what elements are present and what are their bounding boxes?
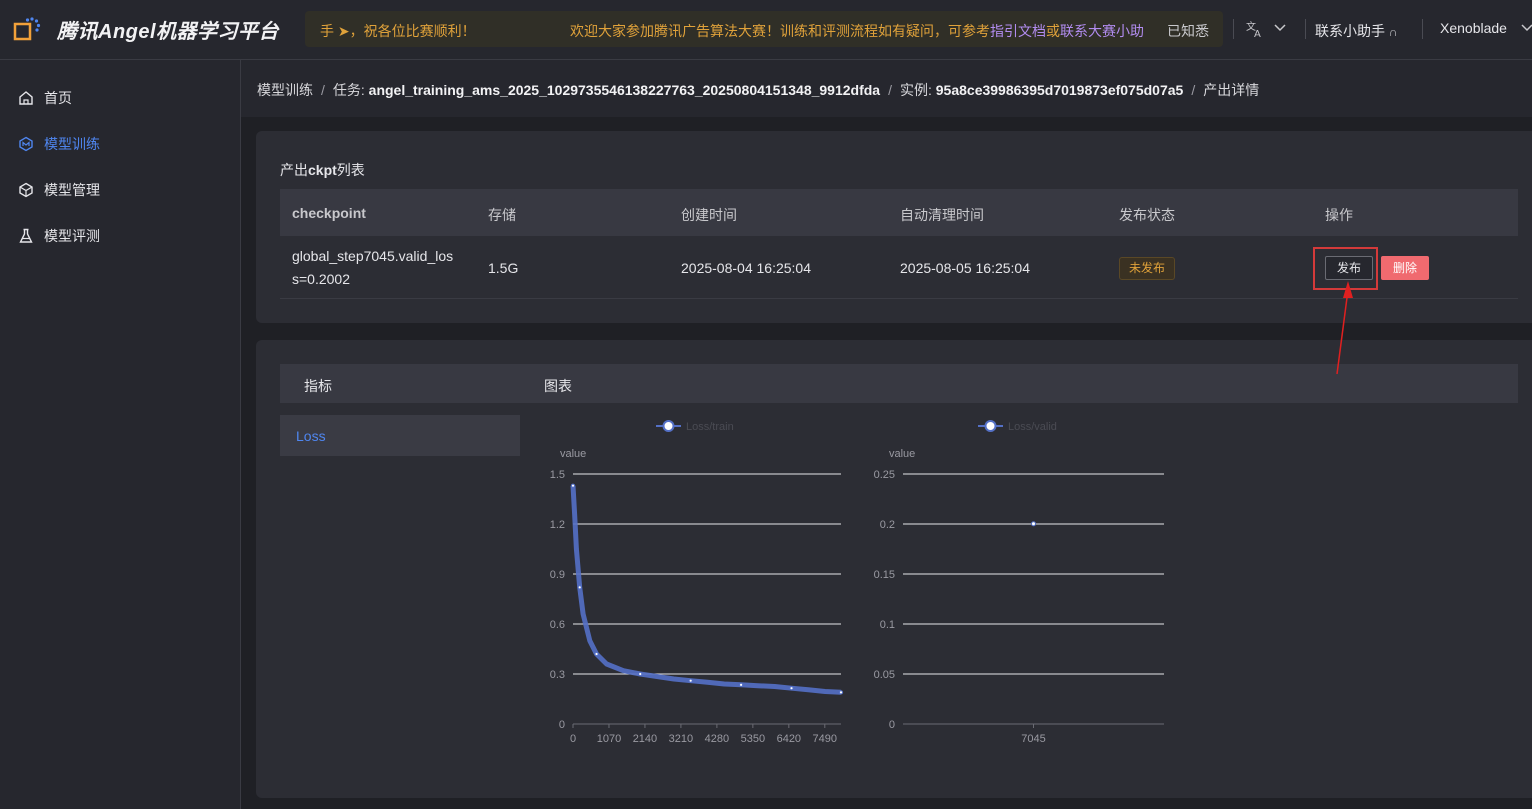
user-name: Xenoblade <box>1440 20 1507 36</box>
column-header-storage: 存储 <box>488 207 516 223</box>
storage-size: 1.5G <box>488 260 519 276</box>
cleanup-time: 2025-08-05 16:25:04 <box>900 260 1030 276</box>
ckpt-list-title: 产出ckpt列表 <box>280 160 365 180</box>
flask-icon <box>19 228 33 243</box>
cube-icon <box>19 182 33 198</box>
checkpoint-name-line1: global_step7045.valid_los <box>292 248 454 264</box>
status-badge: 未发布 <box>1119 257 1176 280</box>
dismiss-notice-button[interactable]: 已知悉 <box>1167 21 1209 41</box>
sidebar-item-label: 首页 <box>44 90 72 106</box>
breadcrumb-separator: / <box>888 82 892 98</box>
training-icon <box>19 136 33 152</box>
sidebar-item-label: 模型评测 <box>44 228 100 244</box>
breadcrumb: 模型训练 / 任务: angel_training_ams_2025_1029735… <box>257 80 1259 100</box>
app-title: 腾讯Angel机器学习平台 <box>57 21 280 43</box>
chevron-down-icon[interactable] <box>1520 20 1532 34</box>
ckpt-title-bold: ckpt <box>308 162 337 178</box>
top-bar: 腾讯Angel机器学习平台 手 ➤，祝各位比赛顺利！ 欢迎大家参加腾讯广告算法大… <box>0 0 1532 60</box>
sidebar-item-model-management[interactable]: 模型管理 <box>18 178 100 202</box>
metrics-card <box>256 340 1532 798</box>
column-header-created: 创建时间 <box>681 207 737 223</box>
contact-helper-button[interactable]: 联系小助手 ∩ <box>1315 21 1398 41</box>
contact-assistant-link[interactable]: 联系大赛小助 <box>1060 23 1144 39</box>
guide-doc-link[interactable]: 指引文档 <box>990 23 1046 39</box>
breadcrumb-separator: / <box>321 82 325 98</box>
column-header-checkpoint: checkpoint <box>292 205 366 221</box>
column-header-actions: 操作 <box>1325 207 1353 223</box>
created-time: 2025-08-04 16:25:04 <box>681 260 811 276</box>
header-divider <box>1305 19 1306 39</box>
column-header-cleanup: 自动清理时间 <box>900 207 984 223</box>
notice-text-2: 欢迎大家参加腾讯广告算法大赛！训练和评测流程如有疑问，可参考指引文档或联系大赛小… <box>570 21 1144 41</box>
logo-icon <box>13 17 41 41</box>
checkpoint-name: global_step7045.valid_los s=0.2002 <box>292 245 482 291</box>
checkpoint-name-line2: s=0.2002 <box>292 271 350 287</box>
sidebar: 首页 模型训练 模型管理 模型评测 <box>0 60 241 809</box>
headset-icon: ∩ <box>1388 25 1398 39</box>
breadcrumb-instance[interactable]: 95a8ce39986395d7019873ef075d07a5 <box>936 82 1184 98</box>
breadcrumb-instance-prefix: 实例: <box>899 82 932 98</box>
chevron-down-icon[interactable] <box>1273 20 1287 34</box>
table-header: checkpoint 存储 创建时间 自动清理时间 发布状态 操作 <box>280 189 1518 236</box>
column-header-status: 发布状态 <box>1119 207 1175 223</box>
translate-icon[interactable]: 文 A <box>1246 20 1264 38</box>
sidebar-item-label: 模型训练 <box>44 136 100 152</box>
notice-text-1: 手 ➤，祝各位比赛顺利！ <box>320 23 476 39</box>
chart-column-header: 图表 <box>544 378 572 394</box>
ckpt-title-suffix: 列表 <box>336 162 365 178</box>
contact-helper-label: 联系小助手 <box>1315 23 1385 39</box>
header-divider <box>1422 19 1423 39</box>
breadcrumb-task[interactable]: angel_training_ams_2025_1029735546138227… <box>369 82 880 98</box>
notice-or-text: 或 <box>1046 23 1060 39</box>
header-divider <box>1233 19 1234 39</box>
home-icon <box>19 91 33 105</box>
table-row: global_step7045.valid_los s=0.2002 1.5G 2… <box>280 236 1518 299</box>
delete-button[interactable]: 删除 <box>1381 256 1429 280</box>
svg-text:A: A <box>1254 29 1261 38</box>
sidebar-item-label: 模型管理 <box>44 182 100 198</box>
breadcrumb-separator: / <box>1191 82 1196 98</box>
sidebar-item-home[interactable]: 首页 <box>18 86 72 110</box>
publish-button[interactable]: 发布 <box>1325 256 1373 280</box>
user-menu[interactable]: Xenoblade <box>1440 20 1507 36</box>
breadcrumb-current: 产出详情 <box>1203 82 1260 98</box>
metrics-header: 指标 图表 <box>280 364 1518 403</box>
notice-banner: 手 ➤，祝各位比赛顺利！ 欢迎大家参加腾讯广告算法大赛！训练和评测流程如有疑问，… <box>305 11 1223 47</box>
breadcrumb-root[interactable]: 模型训练 <box>257 82 313 98</box>
ckpt-title-prefix: 产出 <box>280 162 308 178</box>
notice-text-2-main: 欢迎大家参加腾讯广告算法大赛！训练和评测流程如有疑问，可参考 <box>570 23 990 39</box>
metric-column-header: 指标 <box>304 378 332 394</box>
sidebar-item-model-training[interactable]: 模型训练 <box>18 132 100 156</box>
metric-item-loss[interactable]: Loss <box>280 415 520 456</box>
breadcrumb-task-prefix: 任务: <box>332 82 365 98</box>
sidebar-item-model-evaluation[interactable]: 模型评测 <box>18 224 100 248</box>
